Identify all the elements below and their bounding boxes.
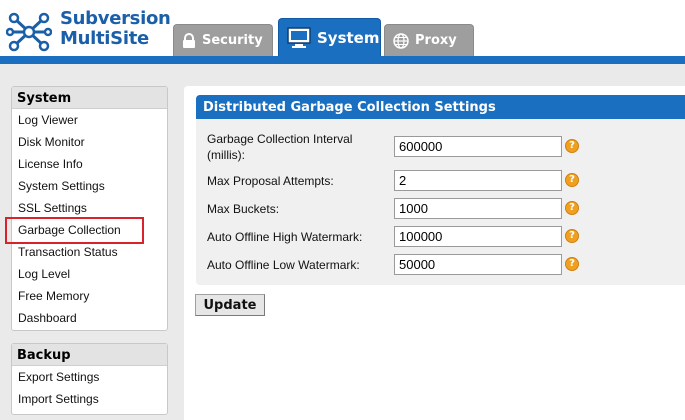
field-label-max-buckets: Max Buckets: — [207, 202, 280, 216]
tab-system-label: System — [317, 28, 380, 47]
monitor-icon — [287, 26, 311, 49]
help-icon[interactable]: ? — [565, 229, 579, 243]
network-logo-icon — [6, 12, 52, 52]
tab-system[interactable]: System — [278, 18, 381, 56]
field-label-max-proposal-attempts: Max Proposal Attempts: — [207, 174, 334, 188]
sidebar-item-disk-monitor[interactable]: Disk Monitor — [12, 131, 167, 153]
help-icon[interactable]: ? — [565, 201, 579, 215]
help-icon[interactable]: ? — [565, 139, 579, 153]
sidebar-item-system-settings[interactable]: System Settings — [12, 175, 167, 197]
sidebar-item-log-viewer[interactable]: Log Viewer — [12, 109, 167, 131]
app-title-line2: MultiSite — [60, 28, 149, 49]
max-buckets-input[interactable] — [394, 198, 562, 219]
help-icon[interactable]: ? — [565, 173, 579, 187]
sidebar-item-dashboard[interactable]: Dashboard — [12, 307, 167, 329]
panel-title: Distributed Garbage Collection Settings — [196, 95, 685, 119]
max-proposal-attempts-input[interactable] — [394, 170, 562, 191]
sidebar-item-license-info[interactable]: License Info — [12, 153, 167, 175]
tab-security[interactable]: Security — [173, 24, 273, 56]
update-button[interactable]: Update — [195, 294, 265, 316]
sidebar-system-title: System — [12, 87, 167, 109]
help-icon[interactable]: ? — [565, 257, 579, 271]
gc-interval-input[interactable] — [394, 136, 562, 157]
sidebar-item-garbage-collection[interactable]: Garbage Collection — [5, 217, 167, 244]
sidebar-item-transaction-status[interactable]: Transaction Status — [12, 241, 167, 263]
sidebar-item-ssl-settings[interactable]: SSL Settings — [12, 197, 167, 219]
field-label-gc-interval: Garbage Collection Interval (millis): — [207, 131, 352, 163]
sidebar-backup-title: Backup — [12, 344, 167, 366]
app-logo: Subversion MultiSite — [4, 6, 184, 54]
sidebar-item-free-memory[interactable]: Free Memory — [12, 285, 167, 307]
globe-icon — [393, 32, 409, 49]
field-label-high-watermark: Auto Offline High Watermark: — [207, 230, 363, 244]
sidebar-system-section: System Log Viewer Disk Monitor License I… — [5, 86, 168, 331]
field-label-gc-interval-line2: (millis): — [207, 148, 245, 162]
high-watermark-input[interactable] — [394, 226, 562, 247]
field-label-gc-interval-line1: Garbage Collection Interval — [207, 132, 353, 146]
sidebar-item-log-level[interactable]: Log Level — [12, 263, 167, 285]
tab-proxy[interactable]: Proxy — [384, 24, 474, 56]
app-title-line1: Subversion — [60, 8, 171, 29]
tab-proxy-label: Proxy — [415, 33, 457, 48]
sidebar-item-export-settings[interactable]: Export Settings — [12, 366, 167, 388]
field-label-low-watermark: Auto Offline Low Watermark: — [207, 258, 360, 272]
lock-icon — [182, 32, 196, 49]
app-header: Subversion MultiSite Security System Pro… — [0, 0, 685, 56]
low-watermark-input[interactable] — [394, 254, 562, 275]
sidebar-backup-section: Backup Export Settings Import Settings — [11, 343, 168, 415]
tab-security-label: Security — [202, 33, 263, 48]
header-divider — [0, 56, 685, 64]
sidebar-item-import-settings[interactable]: Import Settings — [12, 388, 167, 410]
app-title: Subversion MultiSite — [60, 9, 171, 49]
